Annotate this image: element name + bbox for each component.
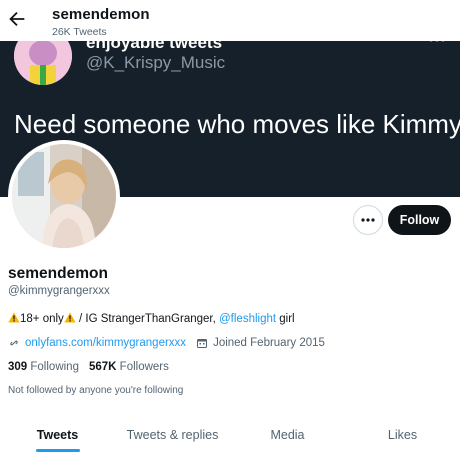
warning-icon xyxy=(64,312,76,323)
bio-text-1: 18+ only xyxy=(20,313,64,325)
bio-text-2: / IG StrangerThanGranger, xyxy=(75,313,219,325)
banner-tweet-text: Need someone who moves like Kimmy xyxy=(14,109,460,139)
following-label: Following xyxy=(30,361,79,373)
tweet-count: 26K Tweets xyxy=(52,26,107,38)
tab-media[interactable]: Media xyxy=(230,410,345,460)
tab-tweets[interactable]: Tweets xyxy=(0,410,115,460)
banner-tweet-avatar xyxy=(14,41,72,85)
link-icon xyxy=(10,340,18,346)
banner-tweet-name: enjoyable tweets xyxy=(86,41,223,52)
profile-meta: onlyfans.com/kimmygrangerxxx Joined Febr… xyxy=(8,337,325,349)
profile-website-link[interactable]: onlyfans.com/kimmygrangerxxx xyxy=(25,337,186,349)
back-button[interactable] xyxy=(6,8,28,30)
tab-likes[interactable]: Likes xyxy=(345,410,460,460)
follow-stats: 309 Following 567K Followers xyxy=(8,361,169,373)
follow-button[interactable]: Follow xyxy=(388,205,451,235)
profile-title: semendemon xyxy=(52,6,150,23)
calendar-icon xyxy=(197,339,208,348)
followers-link[interactable]: 567K Followers xyxy=(89,361,169,373)
arrow-left-icon xyxy=(9,11,25,27)
joined-text: Joined February 2015 xyxy=(213,337,325,349)
warning-icon xyxy=(8,312,20,323)
followers-count: 567K xyxy=(88,361,117,373)
user-handle: @kimmygrangerxxx xyxy=(8,285,110,297)
more-horizontal-icon xyxy=(361,218,375,222)
bio-text-3: girl xyxy=(276,313,295,325)
joined-date: Joined February 2015 xyxy=(196,337,325,349)
banner-tweet-handle: @K_Krispy_Music xyxy=(86,53,226,72)
tab-tweets-and-replies[interactable]: Tweets & replies xyxy=(115,410,230,460)
profile-avatar[interactable] xyxy=(8,140,120,252)
followers-label: Followers xyxy=(119,361,169,373)
not-followed-notice: Not followed by anyone you're following xyxy=(8,385,184,396)
following-link[interactable]: 309 Following xyxy=(8,361,79,373)
profile-tabs: Tweets Tweets & replies Media Likes xyxy=(0,410,460,460)
profile-bio: 18+ only / IG StrangerThanGranger, @fles… xyxy=(8,312,295,325)
bio-mention-link[interactable]: @fleshlight xyxy=(219,313,276,325)
more-options-button[interactable] xyxy=(353,205,383,235)
banner-more-icon xyxy=(429,41,445,42)
display-name: semendemon xyxy=(8,265,108,282)
top-bar: semendemon 26K Tweets xyxy=(0,0,460,41)
following-count: 309 xyxy=(8,361,28,373)
